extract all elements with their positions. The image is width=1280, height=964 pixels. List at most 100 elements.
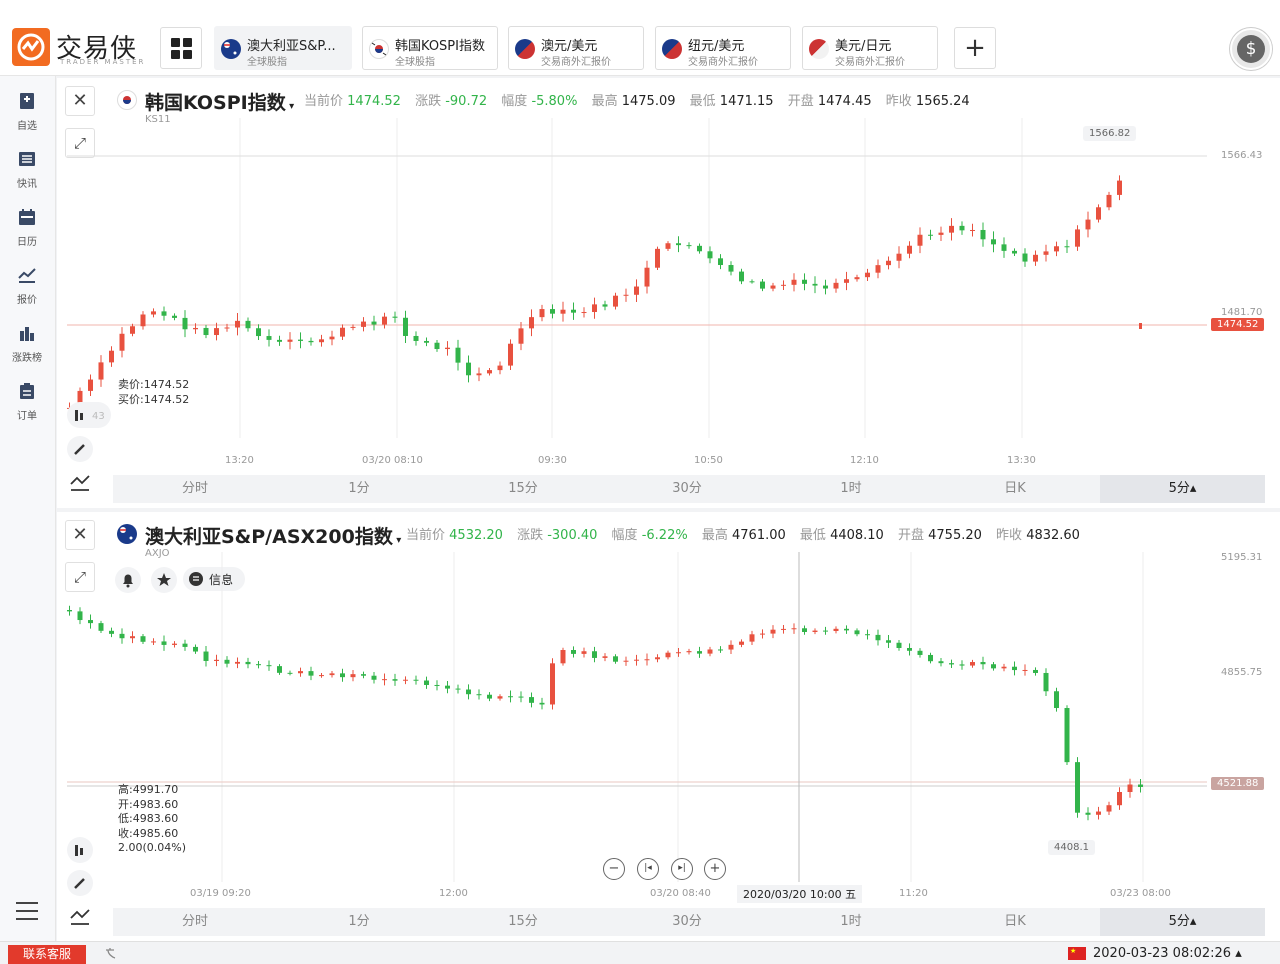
kospi-candlestick-chart[interactable]: [57, 118, 1280, 438]
tab-nzdusd[interactable]: 纽元/美元 交易商外汇报价: [655, 26, 791, 70]
candle: [917, 648, 923, 658]
candle-body: [77, 611, 83, 621]
add-tab-button[interactable]: +: [954, 27, 996, 69]
candle: [476, 367, 482, 382]
x-tick: 11:20: [899, 888, 928, 899]
candle: [371, 315, 377, 331]
tab-timeframe-selected[interactable]: 5分▴: [1100, 475, 1265, 503]
close-chart-button[interactable]: ✕: [65, 520, 95, 550]
candle: [382, 312, 387, 329]
sidebar-item-quotes[interactable]: 报价: [0, 256, 56, 306]
tab-timeframe-selected[interactable]: 5分▴: [1100, 908, 1265, 936]
account-button[interactable]: $: [1230, 28, 1272, 70]
candle-body: [172, 643, 177, 645]
indicator-button[interactable]: [67, 904, 93, 930]
tab-kospi[interactable]: 韩国KOSPI指数 全球股指: [362, 26, 498, 70]
candle-body: [487, 694, 492, 699]
candle-body: [193, 646, 198, 652]
candle-body: [907, 245, 912, 254]
candle: [697, 646, 702, 658]
status-bar: 联系客服 ★ 2020-03-23 08:02:26 ▴: [0, 941, 1280, 964]
sidebar-item-movers[interactable]: 涨跌榜: [0, 314, 56, 364]
candle: [371, 671, 377, 684]
candle: [949, 218, 954, 241]
last-price: 1474.52: [347, 94, 401, 109]
candle: [980, 656, 986, 670]
candle-type-button[interactable]: [67, 837, 93, 863]
candle-body: [161, 641, 167, 645]
tab-timeframe[interactable]: 日K: [933, 475, 1097, 503]
sidebar-item-news[interactable]: 快讯: [0, 140, 56, 190]
brand-logo[interactable]: 交易侠 TRADER MASTER: [12, 28, 152, 68]
tab-timeframe[interactable]: 1时: [769, 475, 933, 503]
candle: [1043, 244, 1049, 262]
tab-timeframe[interactable]: 15分: [441, 475, 605, 503]
candle-body: [917, 234, 923, 246]
candle: [1064, 705, 1070, 765]
candle: [466, 684, 471, 700]
tab-usdjpy[interactable]: 美元/日元 交易商外汇报价: [802, 26, 938, 70]
server-time[interactable]: 2020-03-23 08:02:26 ▴: [1093, 946, 1242, 961]
top-bar: 交易侠 TRADER MASTER 澳大利亚S&P... 全球股指 韩国KOSP…: [0, 0, 1280, 76]
zoom-out-button[interactable]: −: [603, 858, 625, 880]
candle: [445, 680, 450, 694]
menu-icon[interactable]: [16, 902, 38, 922]
candle: [980, 222, 986, 247]
tab-audusd[interactable]: 澳元/美元 交易商外汇报价: [508, 26, 644, 70]
candle-body: [109, 350, 114, 363]
translate-icon[interactable]: [104, 946, 120, 962]
candle-body: [665, 243, 671, 249]
tab-timeframe[interactable]: 分时: [113, 908, 277, 936]
instrument-title[interactable]: 韩国KOSPI指数 ▾: [145, 88, 294, 115]
candle-body: [539, 309, 545, 318]
candle-body: [917, 650, 923, 655]
candle-body: [991, 664, 996, 669]
candle: [529, 692, 534, 708]
candle: [886, 634, 891, 649]
brand-subtitle: TRADER MASTER: [60, 58, 146, 66]
tab-timeframe[interactable]: 30分: [605, 475, 769, 503]
indicator-icon: [70, 909, 90, 925]
customer-service-button[interactable]: 联系客服: [8, 945, 86, 964]
layout-grid-button[interactable]: [160, 27, 202, 69]
candle-type-button[interactable]: 43: [67, 402, 111, 428]
tab-timeframe[interactable]: 1分: [277, 908, 441, 936]
candle: [718, 646, 723, 653]
prev-close-value: 1565.24: [915, 94, 970, 109]
candle-body: [1096, 811, 1101, 815]
candle-body: [896, 642, 902, 649]
scroll-end-button[interactable]: ▸|: [671, 858, 693, 880]
candle-body: [886, 640, 891, 643]
candle-body: [602, 656, 608, 658]
instrument-title[interactable]: 澳大利亚S&P/ASX200指数 ▾: [145, 522, 401, 549]
candle: [728, 261, 734, 276]
sidebar-item-watchlist[interactable]: 自选: [0, 82, 56, 132]
draw-tool-button[interactable]: [67, 436, 93, 462]
tab-timeframe[interactable]: 1时: [769, 908, 933, 936]
tab-timeframe[interactable]: 30分: [605, 908, 769, 936]
candle: [1043, 668, 1049, 696]
asx200-candlestick-chart[interactable]: [57, 552, 1280, 882]
candle-body: [1033, 254, 1038, 262]
draw-tool-button[interactable]: [67, 870, 93, 896]
candle: [739, 639, 744, 648]
tab-asx200[interactable]: 澳大利亚S&P... 全球股指: [214, 26, 352, 70]
scroll-start-button[interactable]: |◂: [637, 858, 659, 880]
ohlc-close: 收:4985.60: [118, 826, 179, 840]
close-chart-button[interactable]: ✕: [65, 86, 95, 116]
zoom-in-button[interactable]: +: [704, 858, 726, 880]
sidebar-item-calendar[interactable]: 日历: [0, 198, 56, 248]
tab-timeframe[interactable]: 分时: [113, 475, 277, 503]
candle: [266, 660, 272, 671]
current-price-tag: 1474.52: [1211, 318, 1265, 331]
tab-timeframe[interactable]: 1分: [277, 475, 441, 503]
candle: [497, 361, 503, 375]
candle: [655, 246, 660, 270]
tab-timeframe[interactable]: 日K: [933, 908, 1097, 936]
sidebar-item-orders[interactable]: 订单: [0, 372, 56, 422]
indicator-button[interactable]: [67, 470, 93, 496]
tab-timeframe[interactable]: 15分: [441, 908, 605, 936]
candle-body: [245, 320, 251, 329]
svg-text:43: 43: [92, 411, 105, 422]
candle-body: [1106, 805, 1112, 812]
